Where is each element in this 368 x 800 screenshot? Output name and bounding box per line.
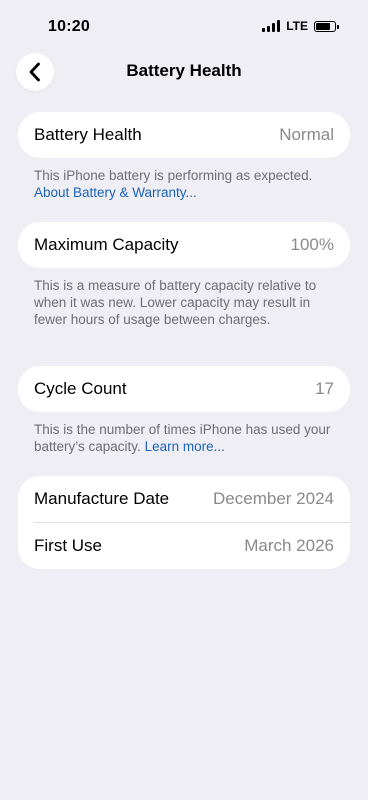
- first-use-label: First Use: [34, 536, 102, 555]
- about-battery-warranty-link[interactable]: About Battery & Warranty...: [34, 185, 197, 200]
- status-time: 10:20: [48, 18, 90, 35]
- battery-health-row[interactable]: Battery Health Normal: [18, 112, 350, 158]
- maximum-capacity-label: Maximum Capacity: [34, 235, 179, 254]
- first-use-row: First Use March 2026: [18, 523, 350, 569]
- cycle-count-footnote: This is the number of times iPhone has u…: [34, 421, 344, 455]
- battery-health-description: This iPhone battery is performing as exp…: [34, 168, 313, 183]
- first-use-value: March 2026: [244, 536, 334, 555]
- dates-card: Manufacture Date December 2024 First Use…: [18, 476, 350, 569]
- cycle-count-label: Cycle Count: [34, 379, 127, 398]
- maximum-capacity-card: Maximum Capacity 100%: [18, 222, 350, 268]
- status-indicators: LTE: [262, 19, 339, 33]
- status-bar: 10:20 LTE: [0, 0, 368, 52]
- page-title: Battery Health: [126, 61, 242, 80]
- battery-icon: [314, 20, 339, 32]
- cycle-count-value: 17: [315, 379, 334, 398]
- maximum-capacity-value: 100%: [290, 235, 334, 254]
- cycle-count-row: Cycle Count 17: [18, 366, 350, 412]
- manufacture-date-row: Manufacture Date December 2024: [18, 476, 350, 522]
- battery-health-footnote: This iPhone battery is performing as exp…: [34, 167, 344, 201]
- maximum-capacity-row: Maximum Capacity 100%: [18, 222, 350, 268]
- battery-health-value: Normal: [279, 125, 334, 144]
- manufacture-date-value: December 2024: [213, 489, 334, 508]
- navigation-bar: Battery Health: [0, 52, 368, 92]
- battery-health-label: Battery Health: [34, 125, 142, 144]
- battery-level: [316, 22, 330, 30]
- network-type: LTE: [286, 19, 308, 33]
- learn-more-link[interactable]: Learn more...: [145, 439, 225, 454]
- cycle-count-card: Cycle Count 17: [18, 366, 350, 412]
- signal-icon: [262, 20, 281, 32]
- maximum-capacity-footnote: This is a measure of battery capacity re…: [34, 278, 317, 327]
- battery-health-card: Battery Health Normal: [18, 112, 350, 158]
- manufacture-date-label: Manufacture Date: [34, 489, 170, 508]
